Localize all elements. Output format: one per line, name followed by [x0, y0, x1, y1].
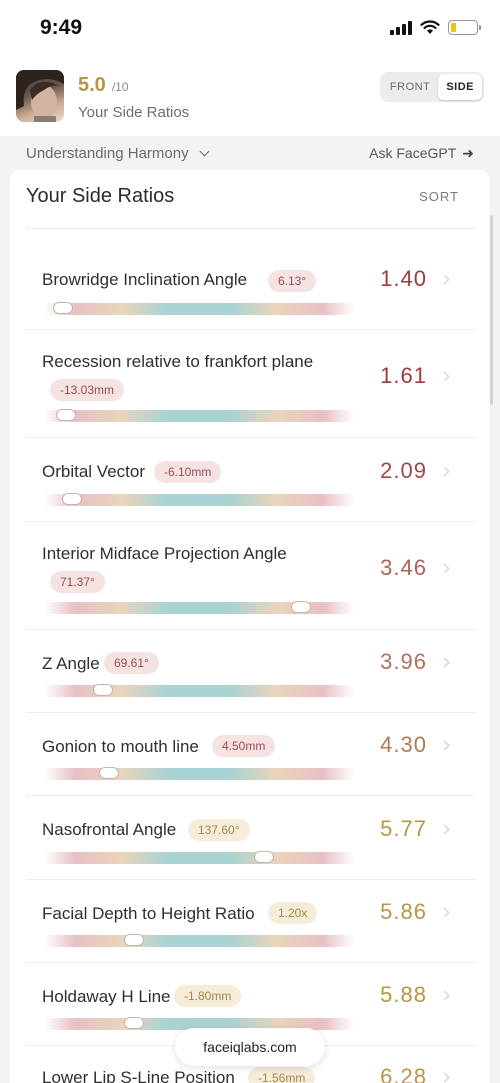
measurement-chip: 137.60° [188, 819, 250, 841]
ratio-row[interactable]: Recession relative to frankfort plane -13… [26, 330, 476, 438]
ask-facegpt-link[interactable]: Ask FaceGPT ➜ [369, 145, 474, 162]
range-marker [55, 409, 76, 421]
battery-icon [448, 20, 481, 35]
ratio-range-bar [44, 934, 354, 947]
score-max: /10 [111, 80, 129, 94]
measurement-chip: 1.20x [268, 902, 318, 924]
status-bar: 9:49 [0, 0, 500, 58]
ratio-name: Gonion to mouth line [42, 737, 199, 756]
ratio-name: Orbital Vector [42, 462, 145, 481]
chevron-right-icon [439, 824, 450, 835]
range-marker [52, 302, 73, 314]
harmony-label: Understanding Harmony [26, 144, 189, 162]
range-marker [123, 934, 144, 946]
ratio-score: 3.46 [380, 555, 427, 580]
ratio-name: Browridge Inclination Angle [42, 270, 248, 289]
ratio-score: 1.40 [380, 266, 427, 291]
ratio-range-bar [44, 302, 354, 315]
measurement-chip: 71.37° [50, 571, 105, 593]
front-tab[interactable]: FRONT [382, 74, 438, 100]
cellular-signal-icon [390, 20, 412, 35]
understanding-harmony-dropdown[interactable]: Understanding Harmony [26, 144, 210, 162]
side-tab[interactable]: SIDE [438, 74, 482, 100]
ratio-name: Nasofrontal Angle [42, 820, 177, 839]
chevron-right-icon [439, 1072, 450, 1083]
measurement-chip: 4.50mm [212, 735, 276, 757]
ratio-score: 4.30 [380, 732, 427, 757]
range-marker [254, 851, 275, 863]
ratio-name: Lower Lip S-Line Position [42, 1068, 235, 1083]
ratio-row[interactable]: Z Angle 69.61° 3.96 [26, 630, 476, 713]
avatar[interactable] [16, 70, 64, 122]
ratio-name: Recession relative to frankfort plane [42, 352, 314, 371]
ratio-score: 3.96 [380, 649, 427, 674]
ratio-range-bar [44, 493, 354, 506]
sort-button[interactable]: SORT [419, 189, 459, 204]
range-marker [123, 1017, 144, 1029]
ask-label: Ask FaceGPT [369, 145, 457, 161]
chevron-right-icon [439, 274, 450, 285]
ratio-score: 6.28 [380, 1064, 427, 1083]
chevron-right-icon [439, 371, 450, 382]
view-toggle: FRONT SIDE [379, 72, 484, 102]
ratio-row[interactable]: Interior Midface Projection Angle 71.37° 3… [26, 522, 476, 630]
ratio-range-bar [44, 409, 354, 422]
range-marker [92, 684, 113, 696]
url-bar[interactable]: faceiqlabs.com [175, 1028, 325, 1066]
chevron-right-icon [439, 657, 450, 668]
chevron-right-icon [439, 563, 450, 574]
measurement-chip: 69.61° [104, 652, 159, 674]
header: 5.0 /10 Your Side Ratios FRONT SIDE [0, 58, 500, 136]
range-marker [61, 493, 82, 505]
ratio-name: Z Angle [42, 654, 100, 673]
ratio-row[interactable]: Gonion to mouth line 4.50mm 4.30 [26, 713, 476, 796]
range-marker [99, 767, 120, 779]
ratio-name: Facial Depth to Height Ratio [42, 904, 255, 923]
status-time: 9:49 [40, 16, 83, 39]
ratio-row[interactable]: Orbital Vector -6.10mm 2.09 [26, 438, 476, 522]
measurement-chip: -6.10mm [154, 461, 222, 483]
ratio-name: Interior Midface Projection Angle [42, 544, 287, 563]
ratio-score: 5.88 [380, 982, 427, 1007]
battery-level [451, 23, 456, 32]
ratio-score: 5.77 [380, 816, 427, 841]
ratio-row[interactable]: Facial Depth to Height Ratio 1.20x 5.86 [26, 880, 476, 963]
range-marker [291, 601, 312, 613]
measurement-chip: 6.13° [268, 270, 317, 292]
score-value: 5.0 [78, 74, 106, 96]
chevron-right-icon [439, 990, 450, 1001]
ratio-score: 5.86 [380, 899, 427, 924]
ratio-range-bar [44, 684, 354, 697]
ratio-row[interactable]: Nasofrontal Angle 137.60° 5.77 [26, 796, 476, 880]
card-title: Your Side Ratios [26, 185, 175, 207]
ratio-range-bar [44, 851, 354, 864]
ratio-row[interactable]: Browridge Inclination Angle 6.13° 1.40 [26, 230, 476, 330]
scrollbar[interactable] [490, 215, 493, 405]
overall-score: 5.0 /10 [78, 74, 129, 97]
harmony-row: Understanding Harmony Ask FaceGPT ➜ [10, 136, 490, 170]
wifi-icon [420, 20, 440, 34]
ratio-score: 1.61 [380, 363, 427, 388]
chevron-down-icon [199, 146, 210, 156]
header-subtitle: Your Side Ratios [78, 104, 190, 121]
measurement-chip: -13.03mm [50, 379, 125, 401]
arrow-right-icon: ➜ [462, 144, 474, 161]
ratio-score: 2.09 [380, 458, 427, 483]
status-icons [390, 20, 481, 35]
measurement-chip: -1.56mm [248, 1067, 316, 1083]
measurement-chip: -1.80mm [174, 985, 242, 1007]
ratio-name: Holdaway H Line [42, 987, 171, 1006]
chevron-right-icon [439, 740, 450, 751]
divider [26, 228, 476, 229]
chevron-right-icon [439, 907, 450, 918]
ratio-range-bar [44, 767, 354, 780]
ratios-card: Your Side Ratios SORT Browridge Inclinat… [10, 170, 493, 1083]
chevron-right-icon [439, 466, 450, 477]
ratio-range-bar [44, 601, 354, 614]
